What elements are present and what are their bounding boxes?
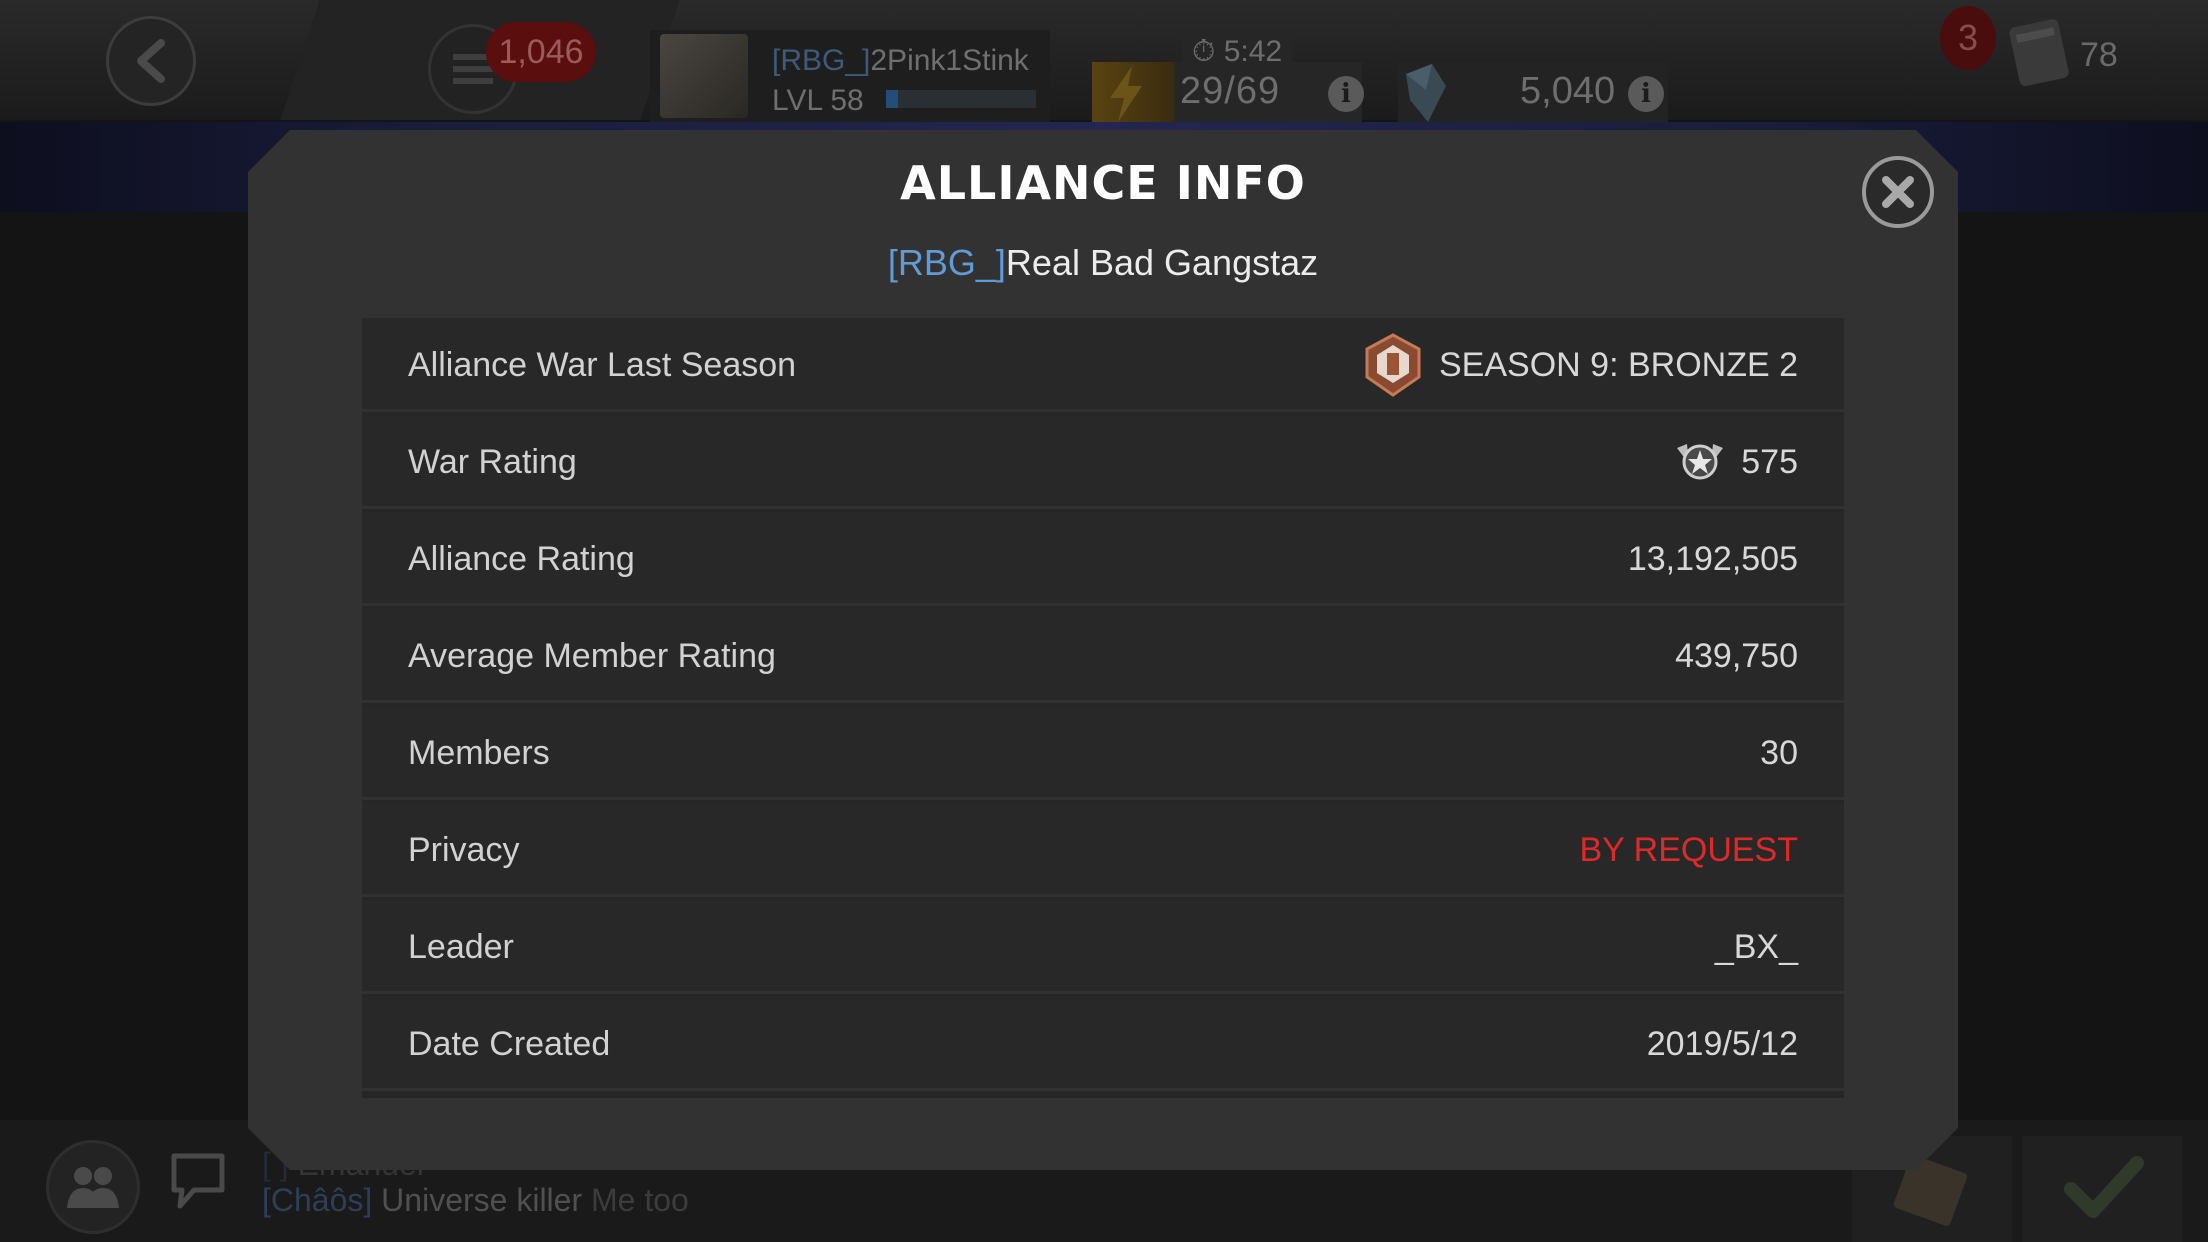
energy-timer: ⏱ 5:42 xyxy=(1182,32,1293,72)
chat-message[interactable]: [Châôs] Universe killer Me too xyxy=(262,1182,689,1219)
war-season-text: SEASON 9: BRONZE 2 xyxy=(1439,346,1798,384)
close-button[interactable] xyxy=(1862,156,1934,228)
info-row-label: Average Member Rating xyxy=(408,637,776,675)
info-row-privacy: Privacy BY REQUEST xyxy=(362,803,1844,897)
chat-username: Universe killer xyxy=(381,1182,583,1218)
avatar xyxy=(660,34,748,118)
player-profile[interactable]: [RBG_]2Pink1Stink LVL 58 xyxy=(650,30,1050,122)
war-rating-text: 575 xyxy=(1741,443,1798,481)
dialog-title: ALLIANCE INFO xyxy=(900,156,1306,210)
chat-message-text: Me too xyxy=(591,1182,689,1218)
player-alliance-tag: [RBG_] xyxy=(772,44,871,77)
mail-icon[interactable] xyxy=(2004,12,2080,88)
chat-bubble-icon[interactable] xyxy=(168,1150,228,1214)
info-row-label: Privacy xyxy=(408,831,520,869)
info-row-label: Alliance Rating xyxy=(408,540,635,578)
energy-value: 29/69 xyxy=(1180,70,1281,112)
info-row-value: 13,192,505 xyxy=(1627,540,1798,578)
back-arrow-icon xyxy=(137,39,165,83)
back-button[interactable] xyxy=(106,16,196,106)
xp-progress-fill xyxy=(886,90,898,108)
alliance-info-dialog: ALLIANCE INFO [RBG_]Real Bad Gangstaz Al… xyxy=(248,130,1958,1170)
info-row-value: 2019/5/12 xyxy=(1646,1025,1798,1063)
alliance-full-name: Real Bad Gangstaz xyxy=(1005,242,1319,283)
info-row-value: 30 xyxy=(1760,734,1798,772)
player-name: [RBG_]2Pink1Stink xyxy=(772,44,1029,78)
alliance-tag: [RBG_] xyxy=(887,242,1006,283)
crystal-value: 5,040 xyxy=(1520,70,1616,112)
leader-name[interactable]: _BX_ xyxy=(1715,900,1798,994)
info-row-value: 439,750 xyxy=(1675,637,1798,675)
info-row-leader: Leader _BX_ xyxy=(362,900,1844,994)
info-row-label: War Rating xyxy=(408,443,577,481)
timer-icon: ⏱ xyxy=(1192,34,1216,69)
energy-timer-text: 5:42 xyxy=(1223,35,1283,68)
player-level: LVL 58 xyxy=(772,84,864,117)
war-rating-star-icon xyxy=(1673,440,1727,484)
crystal-info-icon[interactable]: i xyxy=(1628,76,1664,112)
info-row-members: Members 30 xyxy=(362,706,1844,800)
info-row-war-rating: War Rating 575 xyxy=(362,415,1844,509)
friends-button[interactable] xyxy=(46,1140,140,1234)
privacy-status: BY REQUEST xyxy=(1579,831,1798,869)
chat-alliance-tag: [Châôs] xyxy=(262,1182,373,1218)
alerts-count-badge[interactable]: 3 xyxy=(1940,6,1996,70)
info-row-value: 575 xyxy=(1673,415,1798,509)
energy-bolt-icon xyxy=(1110,66,1142,122)
info-row-label: Leader xyxy=(408,928,514,966)
info-row-war-season: Alliance War Last Season SEASON 9: BRONZ… xyxy=(362,318,1844,412)
alliance-info-table: Alliance War Last Season SEASON 9: BRONZ… xyxy=(362,318,1844,1098)
bronze-badge-icon xyxy=(1361,333,1425,397)
player-username: 2Pink1Stink xyxy=(870,44,1029,77)
info-row-label: Alliance War Last Season xyxy=(408,346,797,384)
energy-info-icon[interactable]: i xyxy=(1328,76,1364,112)
notification-count-badge: 1,046 xyxy=(486,22,596,82)
info-row-alliance-rating: Alliance Rating 13,192,505 xyxy=(362,512,1844,606)
friends-icon xyxy=(67,1167,119,1208)
info-row-date-created: Date Created 2019/5/12 xyxy=(362,997,1844,1091)
info-row-label: Members xyxy=(408,734,550,772)
confirm-button[interactable] xyxy=(2022,1136,2182,1242)
info-row-label: Date Created xyxy=(408,1025,611,1063)
crystal-icon xyxy=(1406,64,1446,122)
mail-count: 78 xyxy=(2080,36,2118,74)
info-row-average-member-rating: Average Member Rating 439,750 xyxy=(362,609,1844,703)
xp-progress-bar xyxy=(886,90,1036,108)
info-row-value: SEASON 9: BRONZE 2 xyxy=(1361,318,1798,412)
close-icon xyxy=(1881,175,1915,209)
checkmark-icon xyxy=(2064,1156,2144,1218)
alliance-name: [RBG_]Real Bad Gangstaz xyxy=(248,242,1958,284)
